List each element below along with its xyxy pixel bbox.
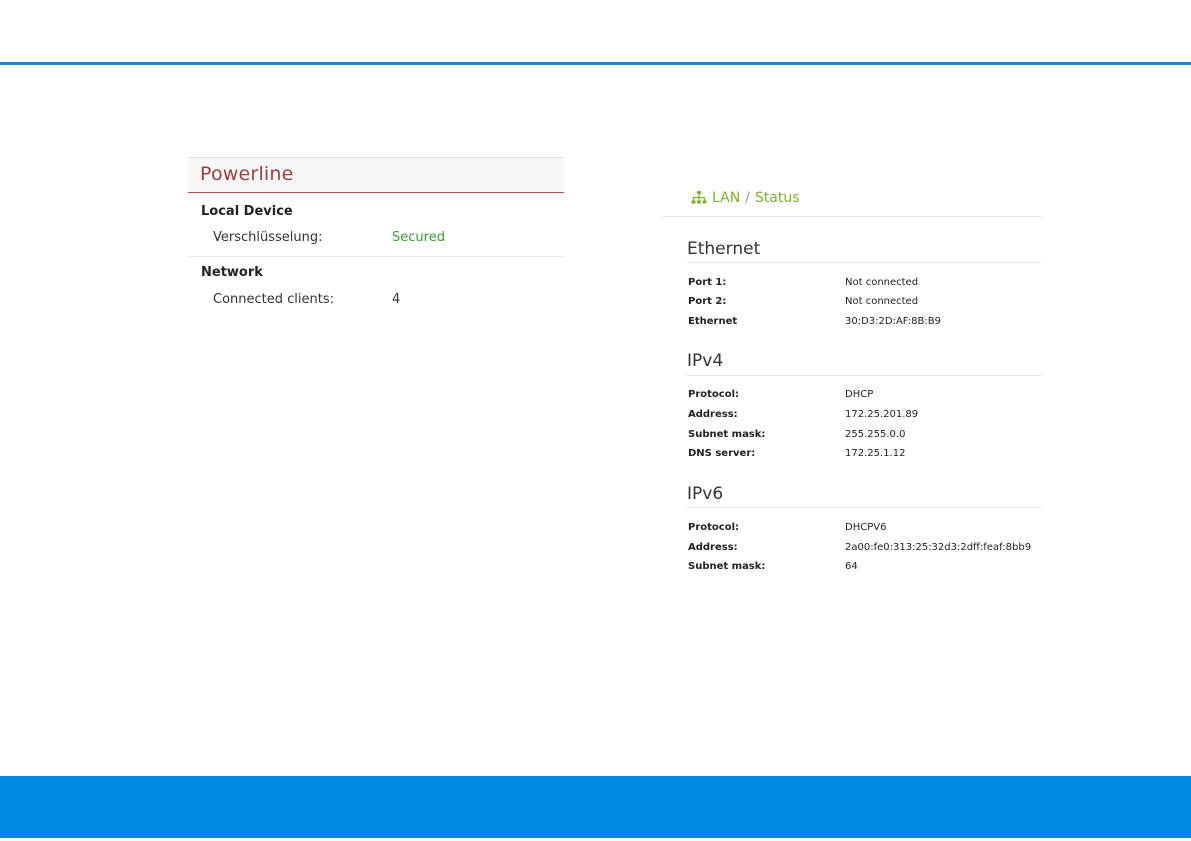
powerline-header: Powerline [188, 157, 564, 193]
network-icon [691, 191, 707, 204]
port1-value: Not connected [845, 277, 919, 288]
powerline-panel: Powerline Local Device Verschlüsselung: … [188, 157, 564, 317]
ipv6-subnet-value: 64 [845, 561, 858, 572]
ipv4-title: IPv4 [687, 351, 724, 371]
ipv6-subnet-label: Subnet mask: [688, 561, 766, 572]
ipv4-dns-value: 172.25.1.12 [845, 448, 906, 459]
ipv4-rule [687, 375, 1041, 376]
ipv4-subnet-value: 255.255.0.0 [845, 429, 906, 440]
encryption-label: Verschlüsselung: [213, 230, 323, 245]
network-heading: Network [201, 265, 263, 280]
footer-bar [0, 776, 1191, 838]
ipv4-dns-label: DNS server: [688, 448, 756, 459]
ipv4-subnet-label: Subnet mask: [688, 429, 766, 440]
breadcrumb-rule [663, 216, 1041, 217]
ipv6-rule [687, 507, 1041, 508]
ipv4-protocol-value: DHCP [845, 389, 874, 400]
ipv6-address-label: Address: [688, 542, 738, 553]
breadcrumb: LAN / Status [691, 190, 800, 206]
breadcrumb-separator: / [745, 190, 750, 206]
encryption-status: Secured [392, 230, 445, 245]
ethernet-title: Ethernet [687, 239, 761, 259]
ethernet-rule [687, 262, 1041, 263]
lan-status-panel: LAN / Status Ethernet Port 1: Not connec… [663, 184, 1041, 584]
local-device-heading: Local Device [201, 204, 293, 219]
powerline-title: Powerline [200, 163, 294, 185]
ipv6-title: IPv6 [687, 484, 724, 504]
header-rule [0, 62, 1191, 65]
ipv4-address-value: 172.25.201.89 [845, 409, 919, 420]
ipv6-protocol-label: Protocol: [688, 522, 740, 533]
breadcrumb-lan-link[interactable]: LAN [712, 190, 740, 206]
ipv4-protocol-label: Protocol: [688, 389, 740, 400]
section-divider [188, 256, 564, 257]
ethernet-mac-label: Ethernet [688, 316, 738, 327]
breadcrumb-status: Status [754, 190, 800, 206]
ipv6-address-value: 2a00:fe0:313:25:32d3:2dff:feaf:8bb9 [845, 542, 1032, 553]
ethernet-mac-value: 30:D3:2D:AF:8B:B9 [845, 316, 941, 327]
port2-label: Port 2: [688, 296, 727, 307]
ipv4-address-label: Address: [688, 409, 738, 420]
connected-clients-label: Connected clients: [213, 292, 334, 307]
ipv6-protocol-value: DHCPV6 [845, 522, 887, 533]
connected-clients-value: 4 [392, 292, 401, 307]
port2-value: Not connected [845, 296, 919, 307]
port1-label: Port 1: [688, 277, 727, 288]
